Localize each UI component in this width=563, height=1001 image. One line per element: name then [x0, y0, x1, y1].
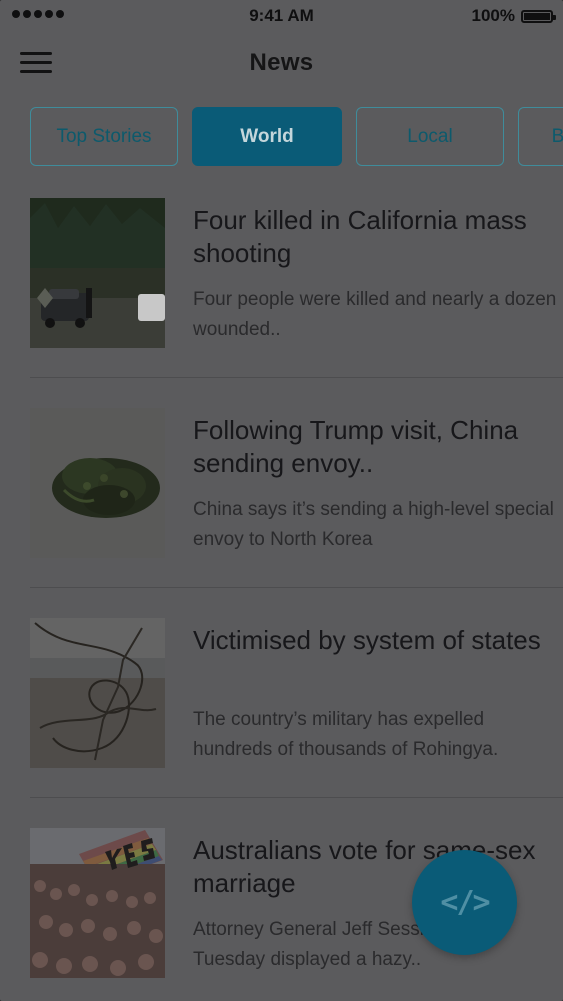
article-thumbnail-police-scene[interactable] [30, 198, 165, 348]
nav-bar: News [0, 32, 563, 94]
article-summary: The country’s military has expelled hund… [193, 709, 499, 760]
list-divider [30, 587, 563, 588]
tab-world[interactable]: World [192, 107, 342, 166]
category-tabs: Top Stories World Local B [30, 107, 563, 166]
article-summary: China says it’s sending a high-level spe… [193, 499, 554, 550]
list-divider [30, 377, 563, 378]
article-summary: Four people were killed and nearly a doz… [193, 289, 557, 340]
news-screen: 9:41 AM 100% News Top Stories World Loca… [0, 0, 563, 1001]
list-divider [30, 797, 563, 798]
article-thumbnail-crowd-rainbow-flag[interactable] [30, 828, 165, 978]
news-item[interactable]: Four killed in California mass shooting … [0, 198, 563, 408]
tab-partial-next[interactable]: B [518, 107, 563, 166]
article-thumbnail-barbed-wire[interactable] [30, 618, 165, 768]
tab-top-stories[interactable]: Top Stories [30, 107, 178, 166]
status-bar: 9:41 AM 100% [0, 0, 563, 32]
article-title[interactable]: Following Trump visit, China sending env… [193, 414, 553, 480]
page-title: News [249, 49, 314, 76]
battery-status: 100% [471, 6, 556, 26]
battery-icon [521, 9, 556, 23]
article-title[interactable]: Victimised by system of states [193, 624, 553, 657]
battery-percent: 100% [471, 6, 515, 25]
tab-local[interactable]: Local [356, 107, 504, 166]
news-item[interactable]: Following Trump visit, China sending env… [0, 408, 563, 618]
code-icon: </> [440, 885, 490, 920]
news-item[interactable]: Victimised by system of states The count… [0, 618, 563, 828]
article-title[interactable]: Four killed in California mass shooting [193, 204, 553, 270]
article-thumbnail-plant-bud[interactable] [30, 408, 165, 558]
code-action-button[interactable]: </> [412, 850, 517, 955]
